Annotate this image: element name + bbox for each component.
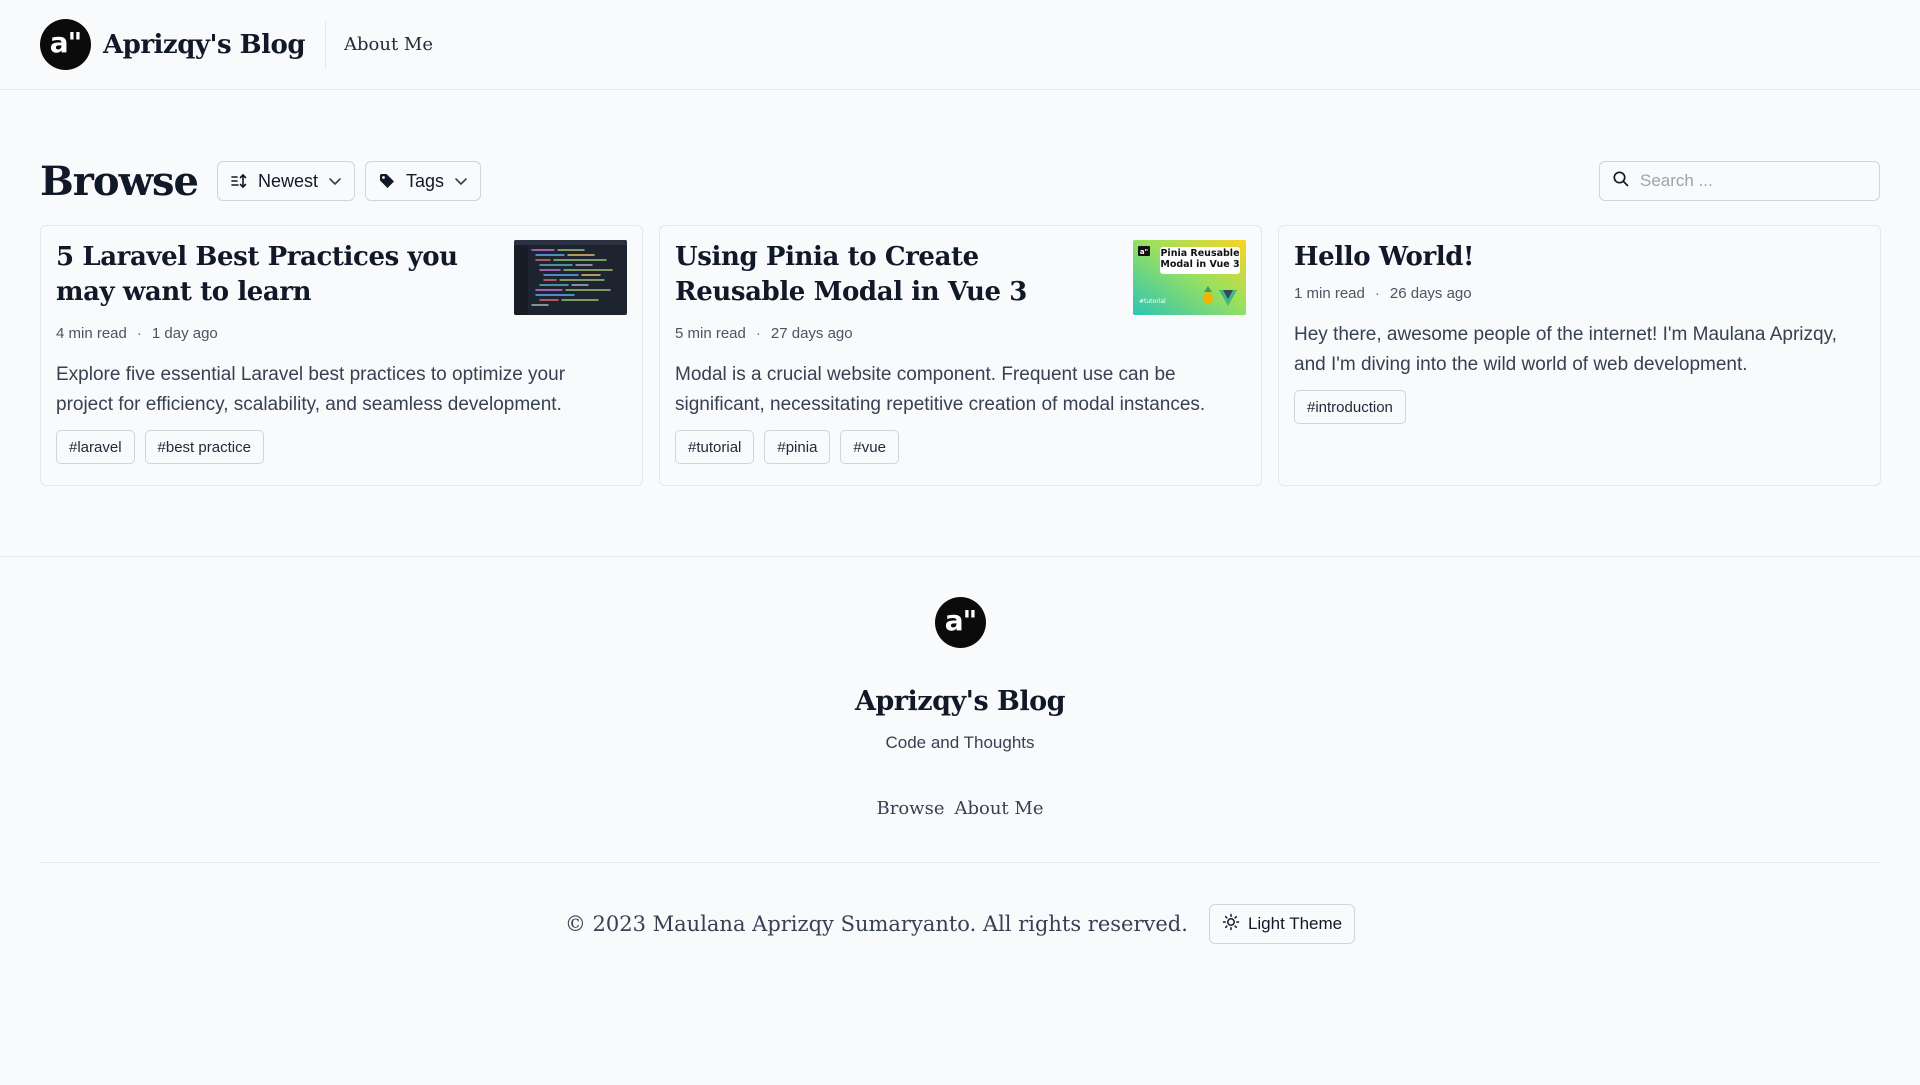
footer-bottom: © 2023 Maulana Aprizqy Sumaryanto. All r… (0, 904, 1920, 944)
brand-title: Aprizqy's Blog (103, 29, 306, 60)
tag-chip[interactable]: #laravel (56, 430, 135, 464)
post-title[interactable]: Hello World! (1294, 240, 1474, 275)
tag-chip[interactable]: #introduction (1294, 390, 1406, 424)
site-header: a" Aprizqy's Blog About Me (0, 0, 1920, 90)
post-excerpt: Hey there, awesome people of the interne… (1294, 324, 1837, 375)
read-time: 5 min read (675, 325, 746, 342)
post-meta: 5 min read · 27 days ago (675, 325, 1246, 342)
theme-label: Light Theme (1247, 914, 1343, 933)
tag-list: #laravel #best practice (56, 430, 627, 464)
footer-separator (40, 862, 1880, 863)
sort-label: Newest (257, 170, 318, 191)
thumb-tag-text: #tutorial (1139, 298, 1166, 305)
read-time: 1 min read (1294, 285, 1365, 302)
post-thumbnail-code-editor[interactable] (514, 240, 627, 315)
tags-label: Tags (406, 170, 445, 191)
chevron-down-icon (328, 174, 342, 188)
post-meta: 1 min read · 26 days ago (1294, 285, 1865, 302)
header-divider (325, 20, 327, 69)
sun-icon (1222, 913, 1240, 936)
tags-dropdown-button[interactable]: Tags (365, 161, 482, 201)
footer-tagline: Code and Thoughts (885, 733, 1035, 752)
search-input[interactable] (1640, 171, 1860, 191)
read-time: 4 min read (56, 325, 127, 342)
sort-icon (230, 172, 248, 190)
site-logo: a" (40, 19, 91, 70)
post-list: 5 Laravel Best Practices you may want to… (40, 225, 1881, 486)
page-title: Browse (40, 157, 199, 205)
footer-logo-mark: a" (935, 597, 986, 648)
meta-separator: · (136, 325, 142, 342)
footer-divider (0, 556, 1920, 557)
nav-about-me[interactable]: About Me (344, 34, 433, 55)
theme-toggle-button[interactable]: Light Theme (1208, 904, 1356, 944)
footer-title: Aprizqy's Blog (854, 686, 1066, 717)
footer-nav: Browse About Me (0, 798, 1920, 819)
post-thumbnail-pinia-vue[interactable]: a" Pinia Reusable Modal in Vue 3 #tutori… (1133, 240, 1246, 315)
footer-link-browse[interactable]: Browse (877, 798, 945, 819)
tag-chip[interactable]: #vue (840, 430, 899, 464)
tag-chip[interactable]: #tutorial (675, 430, 755, 464)
sort-dropdown-button[interactable]: Newest (216, 161, 355, 201)
post-date: 1 day ago (151, 325, 218, 342)
browse-toolbar: Browse Newest Tags (40, 157, 1880, 205)
post-meta: 4 min read · 1 day ago (56, 325, 627, 342)
tag-icon (378, 172, 396, 190)
post-card[interactable]: Hello World! 1 min read · 26 days ago He… (1278, 225, 1881, 486)
thumb-headline: Pinia Reusable Modal in Vue 3 (1160, 248, 1240, 270)
chevron-down-icon (454, 174, 468, 188)
footer-link-about-me[interactable]: About Me (954, 798, 1043, 819)
tag-chip[interactable]: #best practice (144, 430, 264, 464)
post-excerpt: Explore five essential Laravel best prac… (56, 364, 566, 415)
post-excerpt: Modal is a crucial website component. Fr… (675, 364, 1206, 415)
tag-list: #introduction (1294, 390, 1865, 424)
tag-chip[interactable]: #pinia (764, 430, 831, 464)
footer-logo[interactable]: a" (935, 597, 986, 648)
post-date: 26 days ago (1389, 285, 1472, 302)
post-date: 27 days ago (770, 325, 853, 342)
post-title[interactable]: 5 Laravel Best Practices you may want to… (56, 240, 496, 310)
post-title[interactable]: Using Pinia to Create Reusable Modal in … (675, 240, 1115, 310)
tag-list: #tutorial #pinia #vue (675, 430, 1246, 464)
thumb-badge-text: a" (1140, 248, 1148, 256)
brand-link[interactable]: a" Aprizqy's Blog (40, 19, 306, 70)
post-card[interactable]: Using Pinia to Create Reusable Modal in … (659, 225, 1262, 486)
search-box[interactable] (1599, 161, 1880, 201)
copyright-text: © 2023 Maulana Aprizqy Sumaryanto. All r… (564, 912, 1188, 936)
search-icon (1612, 170, 1630, 193)
post-card[interactable]: 5 Laravel Best Practices you may want to… (40, 225, 643, 486)
meta-separator: · (755, 325, 761, 342)
meta-separator: · (1374, 285, 1380, 302)
